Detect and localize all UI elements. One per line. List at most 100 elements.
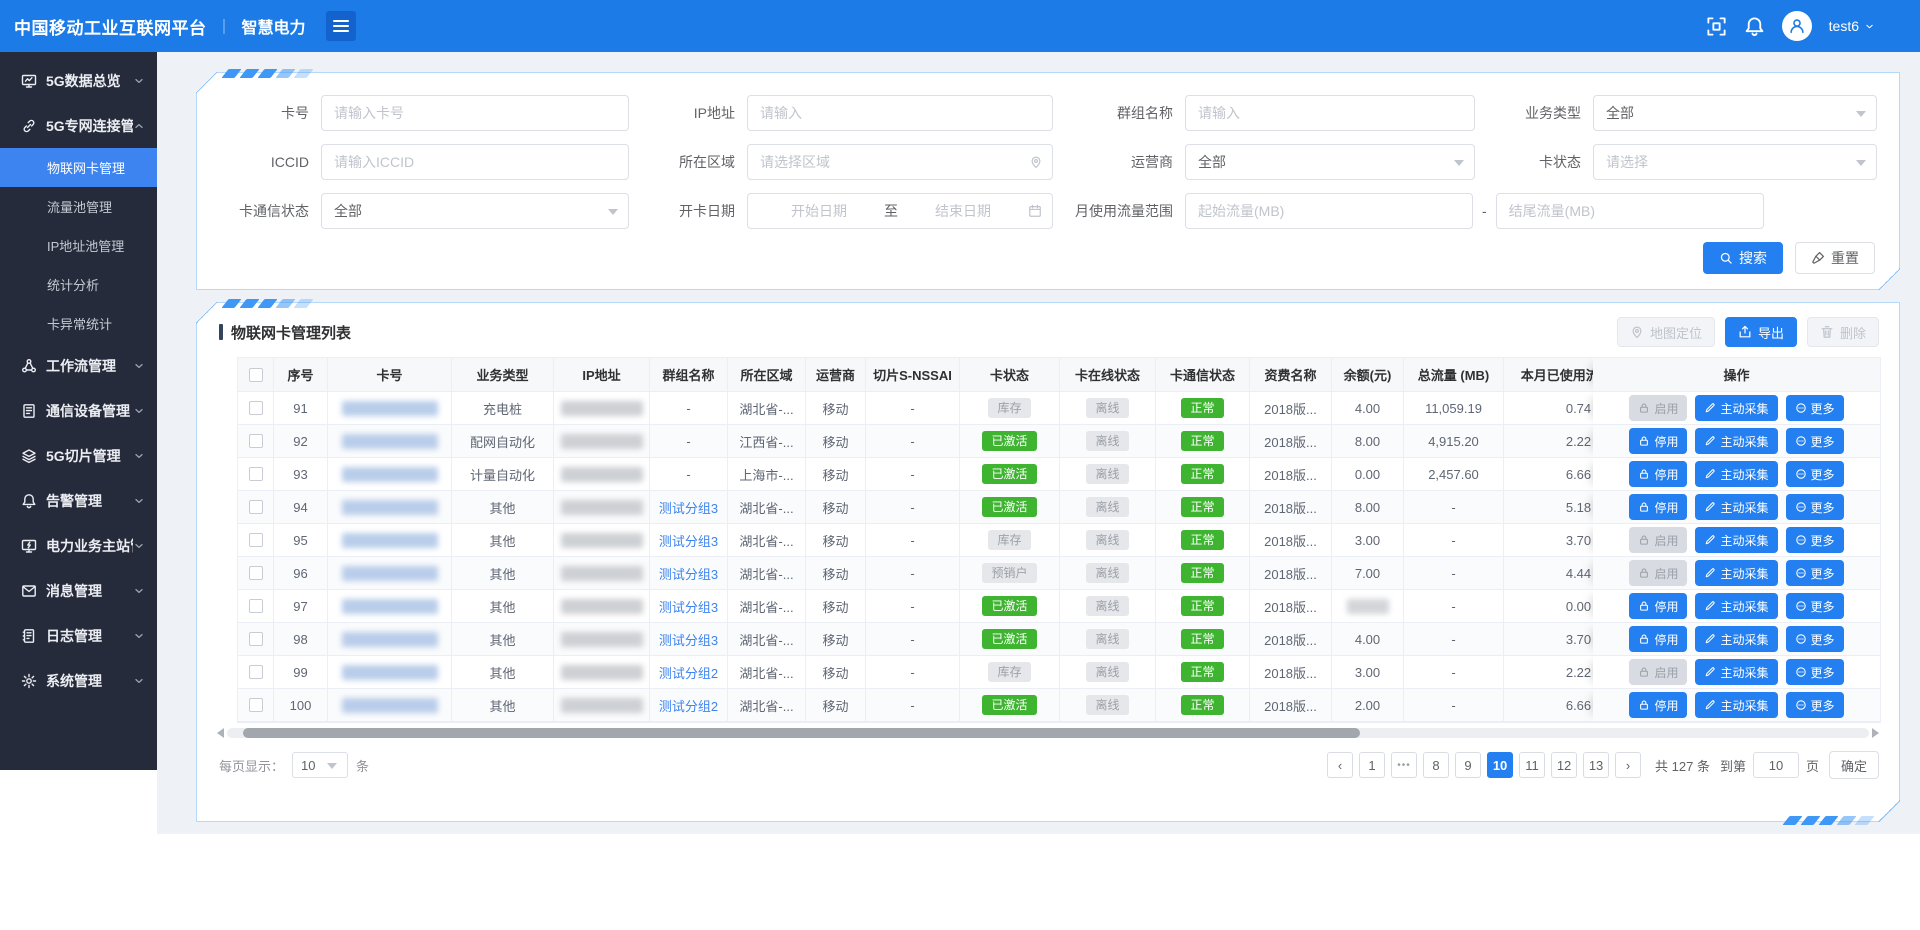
start-date-input[interactable] [758, 203, 880, 219]
disable-card-button[interactable]: 停用 [1629, 461, 1687, 487]
enable-card-button[interactable]: 启用 [1629, 659, 1687, 685]
row-checkbox[interactable] [249, 467, 263, 481]
search-button[interactable]: 搜索 [1703, 242, 1783, 274]
card-status-select[interactable]: 请选择 [1593, 144, 1877, 180]
sidebar-subitem-2[interactable]: IP地址池管理 [0, 226, 157, 265]
page-button-8[interactable]: 8 [1423, 752, 1449, 778]
more-button[interactable]: 更多 [1786, 593, 1844, 619]
sidebar-item-6[interactable]: 电力业务主站管理 [0, 523, 157, 568]
goto-page-input[interactable] [1753, 752, 1799, 778]
prev-page-button[interactable]: ‹ [1327, 752, 1353, 778]
sidebar-item-4[interactable]: 5G切片管理 [0, 433, 157, 478]
active-collect-button[interactable]: 主动采集 [1695, 593, 1777, 619]
active-collect-button[interactable]: 主动采集 [1695, 395, 1777, 421]
group-link[interactable]: 测试分组3 [659, 531, 718, 550]
scroll-left-arrow-icon[interactable] [217, 728, 224, 738]
sidebar-item-1[interactable]: 5G专网连接管理 [0, 103, 157, 148]
row-checkbox[interactable] [249, 599, 263, 613]
flow-start-input[interactable] [1185, 193, 1473, 229]
business-type-select[interactable]: 全部 [1593, 95, 1877, 131]
user-menu[interactable]: test6 [1829, 18, 1875, 34]
reset-button[interactable]: 重置 [1795, 242, 1875, 274]
scrollbar-thumb[interactable] [243, 728, 1360, 738]
row-checkbox[interactable] [249, 566, 263, 580]
iccid-input[interactable] [321, 144, 629, 180]
active-collect-button[interactable]: 主动采集 [1695, 659, 1777, 685]
open-date-range[interactable]: 至 [747, 193, 1053, 229]
disable-card-button[interactable]: 停用 [1629, 692, 1687, 718]
sidebar-subitem-3[interactable]: 统计分析 [0, 265, 157, 304]
active-collect-button[interactable]: 主动采集 [1695, 626, 1777, 652]
active-collect-button[interactable]: 主动采集 [1695, 428, 1777, 454]
more-button[interactable]: 更多 [1786, 428, 1844, 454]
enable-card-button[interactable]: 启用 [1629, 395, 1687, 421]
sidebar-subitem-4[interactable]: 卡异常统计 [0, 304, 157, 343]
sidebar-item-5[interactable]: 告警管理 [0, 478, 157, 523]
row-checkbox[interactable] [249, 533, 263, 547]
more-button[interactable]: 更多 [1786, 395, 1844, 421]
more-button[interactable]: 更多 [1786, 692, 1844, 718]
sidebar-item-8[interactable]: 日志管理 [0, 613, 157, 658]
flow-end-input[interactable] [1496, 193, 1764, 229]
page-button-10[interactable]: 10 [1487, 752, 1513, 778]
map-locate-button[interactable]: 地图定位 [1617, 317, 1715, 347]
group-link[interactable]: 测试分组3 [659, 564, 718, 583]
fullscreen-button[interactable] [1706, 16, 1727, 37]
scrollbar-track[interactable] [227, 728, 1869, 738]
group-link[interactable]: 测试分组3 [659, 498, 718, 517]
operator-select[interactable]: 全部 [1185, 144, 1475, 180]
sidebar-item-3[interactable]: 通信设备管理 [0, 388, 157, 433]
row-checkbox[interactable] [249, 500, 263, 514]
ip-input[interactable] [747, 95, 1053, 131]
menu-toggle-button[interactable] [326, 11, 356, 41]
disable-card-button[interactable]: 停用 [1629, 626, 1687, 652]
active-collect-button[interactable]: 主动采集 [1695, 527, 1777, 553]
page-button-1[interactable]: 1 [1359, 752, 1385, 778]
sidebar-subitem-1[interactable]: 流量池管理 [0, 187, 157, 226]
active-collect-button[interactable]: 主动采集 [1695, 494, 1777, 520]
select-all-checkbox[interactable] [249, 368, 263, 382]
row-checkbox[interactable] [249, 698, 263, 712]
group-link[interactable]: 测试分组2 [659, 696, 718, 715]
group-link[interactable]: 测试分组3 [659, 597, 718, 616]
disable-card-button[interactable]: 停用 [1629, 494, 1687, 520]
sidebar-item-2[interactable]: 工作流管理 [0, 343, 157, 388]
page-button-9[interactable]: 9 [1455, 752, 1481, 778]
notifications-button[interactable] [1744, 16, 1765, 37]
more-button[interactable]: 更多 [1786, 494, 1844, 520]
active-collect-button[interactable]: 主动采集 [1695, 692, 1777, 718]
row-checkbox[interactable] [249, 401, 263, 415]
sidebar-subitem-0[interactable]: 物联网卡管理 [0, 148, 157, 187]
sidebar-item-0[interactable]: 5G数据总览 [0, 58, 157, 103]
page-button-13[interactable]: 13 [1583, 752, 1609, 778]
more-button[interactable]: 更多 [1786, 659, 1844, 685]
more-button[interactable]: 更多 [1786, 527, 1844, 553]
sidebar-item-7[interactable]: 消息管理 [0, 568, 157, 613]
end-date-input[interactable] [902, 203, 1024, 219]
sidebar-item-9[interactable]: 系统管理 [0, 658, 157, 703]
row-checkbox[interactable] [249, 434, 263, 448]
more-button[interactable]: 更多 [1786, 560, 1844, 586]
page-button-11[interactable]: 11 [1519, 752, 1545, 778]
row-checkbox[interactable] [249, 632, 263, 646]
enable-card-button[interactable]: 启用 [1629, 560, 1687, 586]
pager-ellipsis[interactable]: ••• [1391, 752, 1417, 778]
comm-status-select[interactable]: 全部 [321, 193, 629, 229]
delete-button[interactable]: 删除 [1807, 317, 1879, 347]
goto-confirm-button[interactable]: 确定 [1829, 751, 1879, 779]
more-button[interactable]: 更多 [1786, 461, 1844, 487]
page-size-select[interactable]: 10 [292, 752, 348, 778]
card-no-input[interactable] [321, 95, 629, 131]
disable-card-button[interactable]: 停用 [1629, 428, 1687, 454]
disable-card-button[interactable]: 停用 [1629, 593, 1687, 619]
active-collect-button[interactable]: 主动采集 [1695, 461, 1777, 487]
export-button[interactable]: 导出 [1725, 317, 1797, 347]
enable-card-button[interactable]: 启用 [1629, 527, 1687, 553]
page-button-12[interactable]: 12 [1551, 752, 1577, 778]
group-link[interactable]: 测试分组2 [659, 663, 718, 682]
row-checkbox[interactable] [249, 665, 263, 679]
next-page-button[interactable]: › [1615, 752, 1641, 778]
group-link[interactable]: 测试分组3 [659, 630, 718, 649]
active-collect-button[interactable]: 主动采集 [1695, 560, 1777, 586]
group-name-input[interactable] [1185, 95, 1475, 131]
